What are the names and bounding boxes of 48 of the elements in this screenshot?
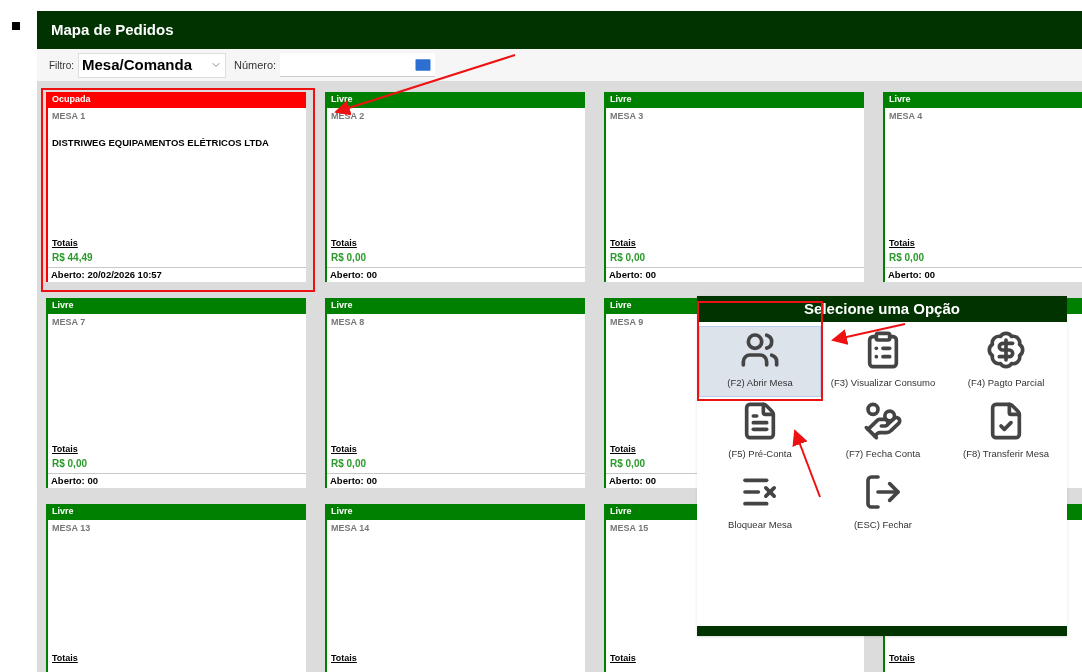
status-label: Livre — [52, 299, 74, 313]
totals-label: Totais — [610, 236, 636, 250]
totals-label: Totais — [52, 442, 78, 456]
totals-label: Totais — [610, 442, 636, 456]
number-label: Número: — [234, 57, 277, 73]
opened-time: Aberto: 00 — [888, 267, 935, 282]
status-label: Ocupada — [52, 93, 91, 107]
total-amount: R$ 44,49 — [52, 251, 93, 265]
opened-time: Aberto: 00 — [330, 473, 377, 488]
totals-label: Totais — [331, 442, 357, 456]
status-label: Livre — [331, 505, 353, 519]
total-amount: R$ 0,00 — [331, 457, 367, 471]
totals-label: Totais — [52, 236, 78, 250]
page-title: Mapa de Pedidos — [51, 19, 174, 40]
status-label: Livre — [331, 299, 353, 313]
opened-time: Aberto: 00 — [609, 267, 656, 282]
opened-time: Aberto: 00 — [51, 473, 98, 488]
totals-label: Totais — [331, 236, 357, 250]
status-label: Livre — [610, 93, 632, 107]
totals-label: Totais — [331, 651, 357, 665]
table-number: MESA 14 — [331, 522, 370, 535]
status-label: Livre — [889, 93, 911, 107]
table-number: MESA 8 — [331, 316, 365, 329]
table-number: MESA 7 — [52, 316, 86, 329]
totals-label: Totais — [889, 236, 915, 250]
totals-label: Totais — [52, 651, 78, 665]
status-label: Livre — [52, 505, 74, 519]
total-amount: R$ 0,00 — [331, 251, 367, 265]
opened-time: Aberto: 00 — [609, 473, 656, 488]
opened-time: Aberto: 00 — [330, 267, 377, 282]
totals-label: Totais — [889, 651, 915, 665]
status-label: Livre — [610, 299, 632, 313]
customer-name: DISTRIWEG EQUIPAMENTOS ELÉTRICOS LTDA — [52, 135, 269, 150]
table-number: MESA 3 — [610, 110, 644, 123]
filter-label: Filtro: — [49, 58, 74, 73]
table-number: MESA 9 — [610, 316, 644, 329]
status-label: Livre — [331, 93, 353, 107]
total-amount: R$ 0,00 — [610, 251, 646, 265]
table-number: MESA 15 — [610, 522, 649, 535]
table-number: MESA 13 — [52, 522, 91, 535]
total-amount: R$ 0,00 — [52, 457, 88, 471]
opened-time: Aberto: 20/02/2026 10:57 — [51, 267, 162, 282]
status-label: Livre — [610, 505, 632, 519]
totals-label: Totais — [610, 651, 636, 665]
table-number: MESA 4 — [889, 110, 923, 123]
total-amount: R$ 0,00 — [610, 457, 646, 471]
total-amount: R$ 0,00 — [889, 251, 925, 265]
table-number: MESA 1 — [52, 110, 86, 123]
